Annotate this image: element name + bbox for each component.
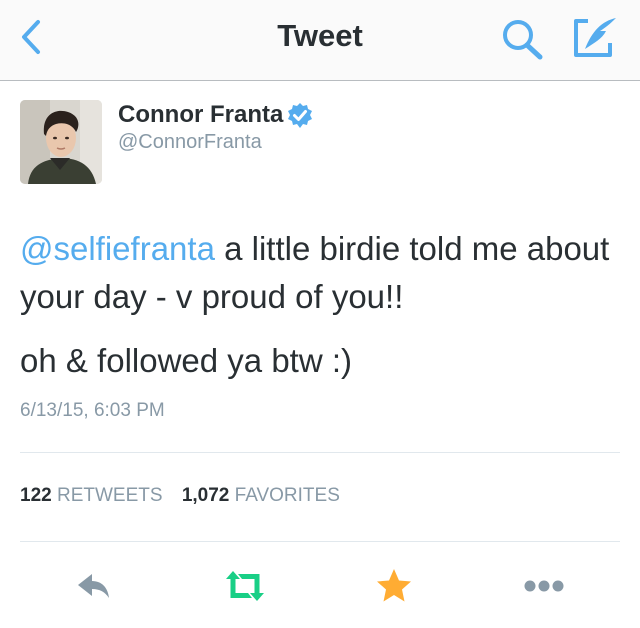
author-handle[interactable]: @ConnorFranta — [118, 131, 262, 154]
compose-tweet-icon — [574, 18, 616, 57]
favorites-stat[interactable]: 1,072 FAVORITES — [182, 485, 340, 507]
star-icon — [377, 569, 411, 602]
reply-icon — [78, 574, 109, 598]
more-button[interactable] — [521, 566, 564, 606]
search-button[interactable] — [500, 18, 546, 60]
favorites-label: FAVORITES — [234, 485, 340, 506]
reply-button[interactable] — [74, 566, 114, 606]
avatar[interactable] — [20, 100, 102, 184]
tweet-stats: 122 RETWEETS 1,072 FAVORITES — [20, 485, 354, 507]
tweet-text: @selfiefranta a little birdie told me ab… — [20, 225, 620, 385]
back-button[interactable] — [14, 16, 50, 58]
retweets-label: RETWEETS — [56, 485, 163, 506]
retweet-icon — [226, 571, 264, 601]
tweet-paragraph-2: oh & followed ya btw :) — [20, 342, 352, 379]
divider — [20, 452, 620, 453]
favorites-count: 1,072 — [181, 485, 230, 506]
profile-photo — [20, 100, 102, 184]
divider — [20, 541, 620, 542]
retweets-stat[interactable]: 122 RETWEETS — [20, 485, 163, 507]
search-icon — [503, 20, 543, 60]
favorite-button[interactable] — [374, 566, 414, 606]
tweet-timestamp: 6/13/15, 6:03 PM — [20, 400, 165, 421]
verified-badge-icon — [288, 103, 312, 128]
tweet-paragraph: @selfiefranta a little birdie told me ab… — [20, 225, 620, 321]
chevron-left-icon — [22, 20, 40, 54]
author-name[interactable]: Connor Franta — [118, 101, 283, 129]
retweets-count: 122 — [20, 485, 52, 506]
compose-button[interactable] — [572, 15, 620, 59]
retweet-button[interactable] — [222, 566, 264, 606]
navigation-bar: Tweet — [0, 0, 640, 81]
mention-link[interactable]: @selfiefranta — [20, 230, 215, 267]
more-icon — [524, 580, 564, 592]
